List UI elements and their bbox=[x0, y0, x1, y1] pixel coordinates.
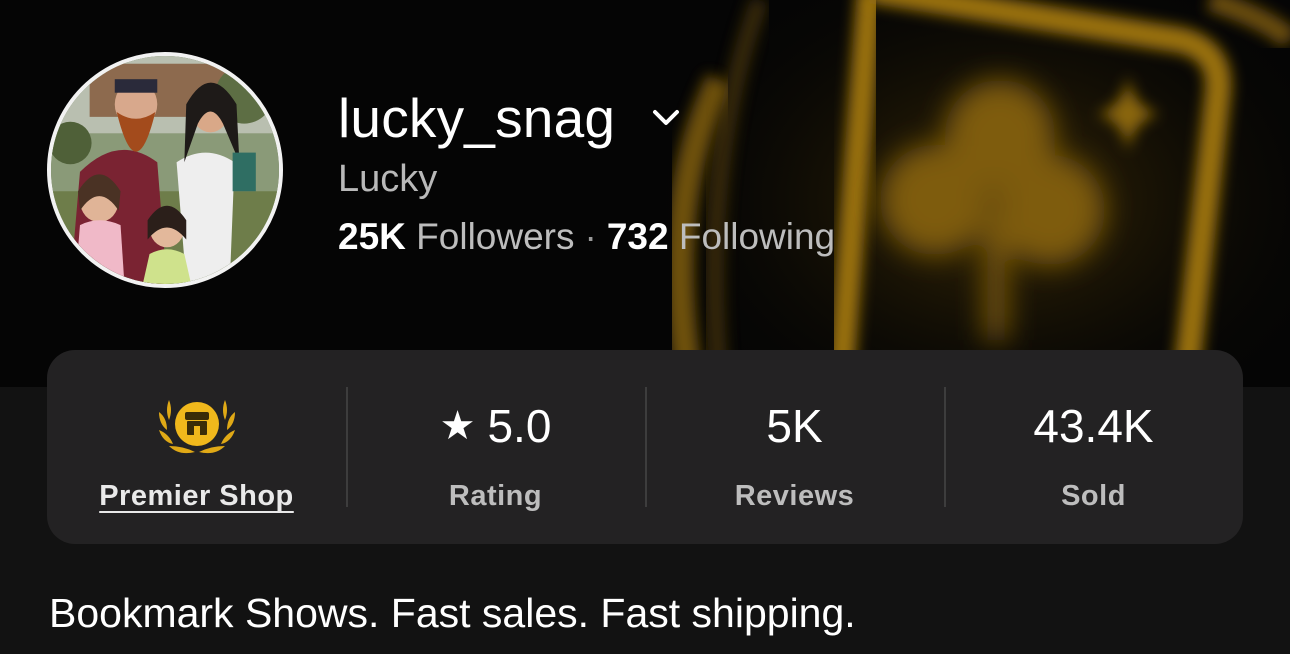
rating-value: 5.0 bbox=[487, 400, 552, 452]
avatar-photo bbox=[51, 56, 279, 284]
star-icon: ★ bbox=[439, 404, 476, 448]
followers-count: 25K bbox=[338, 216, 406, 257]
sold-label: Sold bbox=[1061, 480, 1126, 512]
separator-dot: · bbox=[584, 216, 597, 257]
following-link[interactable]: 732 Following bbox=[607, 216, 835, 257]
profile-bio: Bookmark Shows. Fast sales. Fast shippin… bbox=[49, 590, 856, 636]
following-label: Following bbox=[678, 216, 836, 257]
stat-reviews[interactable]: 5K Reviews bbox=[645, 350, 944, 544]
display-name: Lucky bbox=[338, 158, 438, 200]
sold-value: 43.4K bbox=[1033, 400, 1154, 452]
username-row[interactable]: lucky_snag bbox=[338, 82, 683, 154]
profile-banner: lucky_snag Lucky 25K Followers · 732 Follo… bbox=[0, 0, 1290, 387]
follow-counts: 25K Followers · 732 Following bbox=[338, 216, 835, 258]
stat-rating[interactable]: ★ 5.0 Rating bbox=[346, 350, 645, 544]
stat-sold[interactable]: 43.4K Sold bbox=[944, 350, 1243, 544]
chevron-down-icon[interactable] bbox=[649, 101, 683, 135]
reviews-value: 5K bbox=[766, 400, 823, 452]
username: lucky_snag bbox=[338, 87, 616, 149]
followers-label: Followers bbox=[416, 216, 575, 257]
shop-stats-card: Premier Shop ★ 5.0 Rating 5K Reviews 43.… bbox=[47, 350, 1243, 544]
reviews-label: Reviews bbox=[734, 480, 855, 512]
following-count: 732 bbox=[606, 216, 669, 257]
premier-shop-label[interactable]: Premier Shop bbox=[99, 480, 294, 513]
rating-label: Rating bbox=[448, 480, 543, 512]
stat-premier-shop[interactable]: Premier Shop bbox=[47, 350, 346, 544]
premier-shop-badge-icon bbox=[158, 400, 235, 454]
avatar[interactable] bbox=[47, 52, 283, 288]
followers-link[interactable]: 25K Followers bbox=[338, 216, 575, 257]
